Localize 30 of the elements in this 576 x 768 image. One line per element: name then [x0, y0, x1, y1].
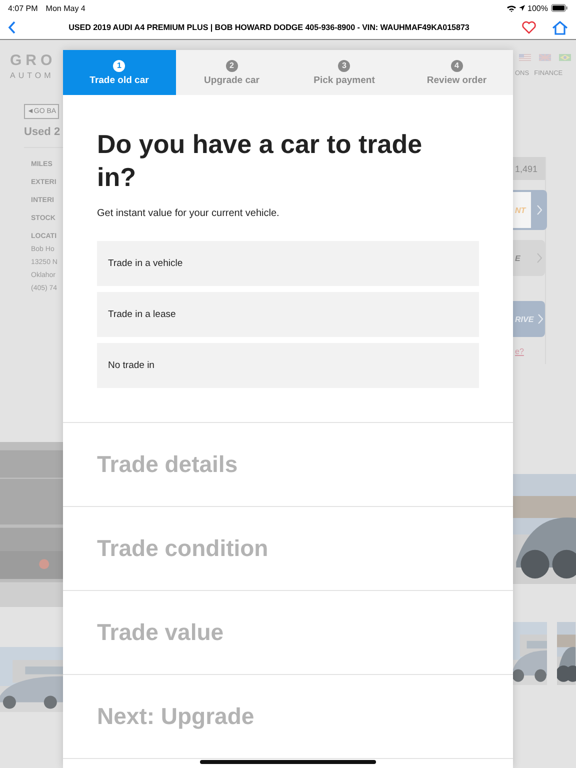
battery-percent: 100%	[528, 4, 548, 12]
back-button[interactable]	[8, 21, 16, 34]
logo-text: GRO	[10, 52, 56, 69]
step-tab[interactable]: 1 Trade old car	[63, 50, 176, 95]
status-time: 4:07 PM	[8, 4, 38, 12]
action-button[interactable]: E	[513, 240, 545, 276]
wifi-icon	[506, 4, 516, 12]
trade-option[interactable]: Trade in a vehicle	[97, 241, 479, 286]
battery-icon	[551, 4, 568, 12]
chevron-icon	[536, 205, 542, 215]
trade-option[interactable]: Trade in a lease	[97, 292, 479, 337]
action-button[interactable]: RIVE	[513, 301, 545, 337]
logo-subtitle: AUTOM	[10, 71, 54, 80]
trade-option[interactable]: No trade in	[97, 343, 479, 388]
page-title: USED 2019 AUDI A4 PREMIUM PLUS | BOB HOWARD DODGE 405-936-8900 - VIN: WAUHMAF49KA015873	[68, 23, 470, 32]
question-heading: Do you have a car to trade in?	[97, 128, 424, 194]
home-button[interactable]	[552, 20, 568, 34]
help-link[interactable]: e?	[513, 347, 545, 356]
section-heading: Trade condition	[97, 535, 268, 562]
section-heading: Next: Upgrade	[97, 703, 254, 730]
question-subtitle: Get instant value for your current vehicle.	[97, 208, 280, 219]
vehicle-heading: Used 2	[24, 126, 60, 138]
price-value: 1,491	[513, 157, 545, 180]
chevron-icon	[538, 314, 543, 324]
chevron-icon	[536, 253, 542, 263]
location-icon	[518, 5, 525, 11]
status-date: Mon May 4	[46, 4, 86, 12]
section-heading: Trade details	[97, 451, 238, 478]
section-heading: Trade value	[97, 619, 224, 646]
favorite-button[interactable]	[522, 21, 536, 34]
